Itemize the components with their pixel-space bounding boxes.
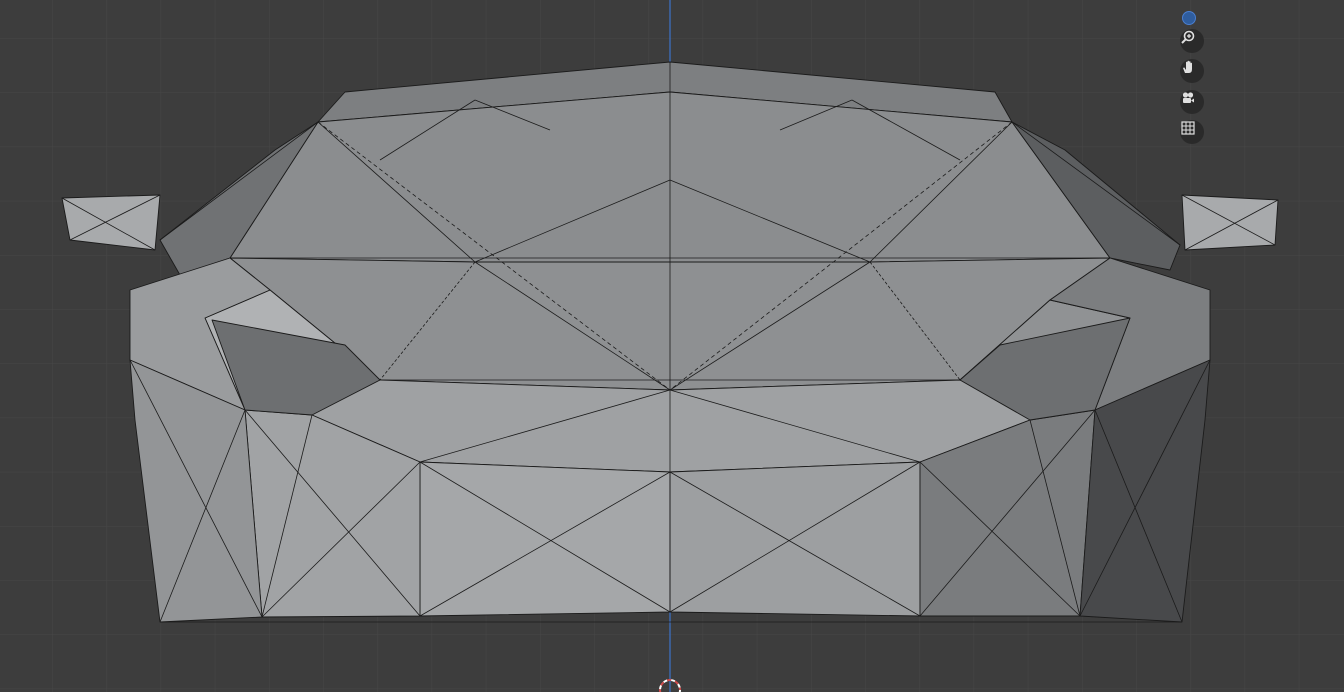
camera-icon[interactable] bbox=[1180, 90, 1204, 114]
navigation-gizmo bbox=[1175, 4, 1205, 144]
z-axis-gizmo-dot[interactable] bbox=[1182, 11, 1196, 25]
viewport-canvas[interactable] bbox=[0, 0, 1344, 692]
hand-icon[interactable] bbox=[1180, 59, 1204, 83]
zoom-icon[interactable] bbox=[1180, 29, 1204, 53]
3d-viewport[interactable] bbox=[0, 0, 1344, 692]
grid-icon[interactable] bbox=[1180, 120, 1204, 144]
